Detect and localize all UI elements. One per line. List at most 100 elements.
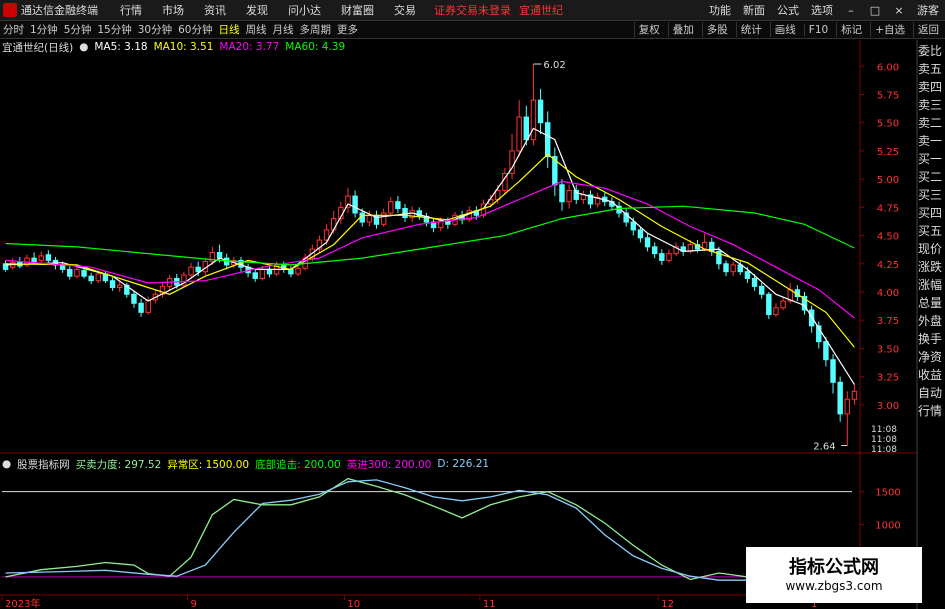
candle-body	[316, 239, 323, 250]
price-axis: 6.00 5.75 5.50 5.25 5.00 4.75 4.50 4.25 4.00 3.75…	[860, 62, 899, 455]
sidebar-net-asset[interactable]: 净资	[918, 348, 945, 366]
candle-body	[594, 196, 601, 205]
period-more[interactable]: 更多	[337, 22, 358, 37]
candle-body	[216, 252, 223, 259]
candle-body	[31, 257, 37, 263]
candle-body	[437, 220, 444, 229]
indicator-tick-label: 1000	[875, 520, 900, 531]
sidebar-sell2[interactable]: 卖二	[918, 114, 945, 132]
menu-item-discover[interactable]: 发现	[246, 2, 268, 18]
candle-body	[295, 267, 301, 275]
candle-body	[409, 210, 415, 219]
sidebar-sell3[interactable]: 卖三	[918, 96, 945, 114]
menu-item-ask[interactable]: 问小达	[288, 2, 321, 18]
ma10-label: MA10: 3.51	[153, 41, 214, 53]
candle-body	[288, 268, 294, 275]
menu-function[interactable]: 功能	[709, 2, 731, 18]
candle-body	[402, 207, 408, 219]
candle-body	[466, 210, 472, 221]
f10-button[interactable]: F10	[803, 23, 828, 36]
period-multi[interactable]: 多周期	[300, 22, 332, 37]
menu-options[interactable]: 选项	[811, 2, 833, 18]
sidebar-sell4[interactable]: 卖四	[918, 78, 945, 96]
candle-body	[694, 244, 701, 250]
guest-user[interactable]: 游客	[917, 2, 939, 18]
candle-body	[88, 275, 94, 282]
sidebar-outer[interactable]: 外盘	[918, 312, 945, 330]
candle-body	[259, 268, 266, 279]
price-tick-label: 5.75	[877, 91, 899, 102]
sidebar-buy5[interactable]: 买五	[918, 222, 945, 240]
period-daily[interactable]: 日线	[219, 22, 240, 37]
sidebar-sell1[interactable]: 卖一	[918, 132, 945, 150]
sidebar-change[interactable]: 涨跌	[918, 258, 945, 276]
menu-item-news[interactable]: 资讯	[204, 2, 226, 18]
login-notice[interactable]: 证券交易未登录	[434, 2, 511, 18]
candle-body	[816, 325, 822, 343]
candle-body	[808, 309, 815, 327]
candle-body	[17, 261, 23, 267]
sidebar-quotes[interactable]: 行情	[918, 402, 945, 420]
period-5min[interactable]: 5分钟	[64, 22, 92, 37]
candle-body	[2, 263, 9, 270]
menu-item-quotes[interactable]: 行情	[120, 2, 142, 18]
overlay-button[interactable]: 叠加	[667, 22, 694, 37]
period-1min[interactable]: 1分钟	[30, 22, 58, 37]
indicator-tick-label: 1500	[875, 488, 900, 499]
sidebar-sell5[interactable]: 卖五	[918, 60, 945, 78]
ma-lines-layer: 6.02 2.64	[5, 60, 855, 452]
candle-body	[701, 241, 708, 250]
stats-button[interactable]: 统计	[735, 22, 762, 37]
settings-dot-icon[interactable]: ●	[79, 41, 88, 53]
restore-icon[interactable]: □	[869, 4, 881, 17]
mark-button[interactable]: 标记	[836, 22, 862, 37]
sidebar-buy2[interactable]: 买二	[918, 168, 945, 186]
candle-body	[188, 266, 194, 276]
period-weekly[interactable]: 周线	[246, 22, 267, 37]
period-30min[interactable]: 30分钟	[138, 22, 172, 37]
sidebar-earnings[interactable]: 收益	[918, 366, 945, 384]
sidebar-weibi[interactable]: 委比	[918, 42, 945, 60]
sidebar-change-pct[interactable]: 涨幅	[918, 276, 945, 294]
sidebar-volume[interactable]: 总量	[918, 294, 945, 312]
multi-stock-button[interactable]: 多股	[701, 22, 728, 37]
sidebar-auto[interactable]: 自动	[918, 384, 945, 402]
candle-body	[423, 215, 430, 223]
menu-new-page[interactable]: 新面	[743, 2, 765, 18]
candle-body	[773, 307, 779, 316]
sidebar-buy4[interactable]: 买四	[918, 204, 945, 222]
candle-body	[166, 277, 173, 287]
back-button[interactable]: 返回	[913, 22, 939, 37]
draw-line-button[interactable]: 画线	[769, 22, 796, 37]
menu-item-trade[interactable]: 交易	[394, 2, 416, 18]
candle-body	[102, 273, 109, 282]
close-icon[interactable]: ×	[893, 4, 905, 17]
candle-body	[67, 268, 73, 277]
candle-body	[495, 189, 501, 200]
menu-item-market[interactable]: 市场	[162, 2, 184, 18]
menu-formula[interactable]: 公式	[777, 2, 799, 18]
period-monthly[interactable]: 月线	[273, 22, 294, 37]
candle-body	[509, 150, 515, 175]
price-tick-label: 5.00	[877, 175, 899, 186]
indicator-dot-icon[interactable]: ●	[2, 458, 11, 470]
sidebar-buy3[interactable]: 买三	[918, 186, 945, 204]
add-favorite-button[interactable]: +自选	[870, 22, 905, 37]
period-intraday[interactable]: 分时	[3, 22, 24, 37]
candle-body	[687, 244, 694, 252]
candle-body	[24, 257, 30, 266]
time-tick-label: 2023年	[5, 597, 40, 609]
period-15min[interactable]: 15分钟	[97, 22, 131, 37]
menu-item-wealth[interactable]: 财富圈	[341, 2, 374, 18]
candle-body	[651, 246, 658, 255]
period-60min[interactable]: 60分钟	[178, 22, 212, 37]
sidebar-price[interactable]: 现价	[918, 240, 945, 258]
minimize-icon[interactable]: –	[845, 4, 857, 17]
candle-body	[780, 300, 786, 309]
adjust-button[interactable]: 复权	[633, 22, 660, 37]
low-price-label: 2.64	[813, 441, 835, 452]
sidebar-buy1[interactable]: 买一	[918, 150, 945, 168]
candle-body	[338, 206, 344, 220]
sidebar-turnover[interactable]: 换手	[918, 330, 945, 348]
candle-body	[480, 203, 487, 216]
